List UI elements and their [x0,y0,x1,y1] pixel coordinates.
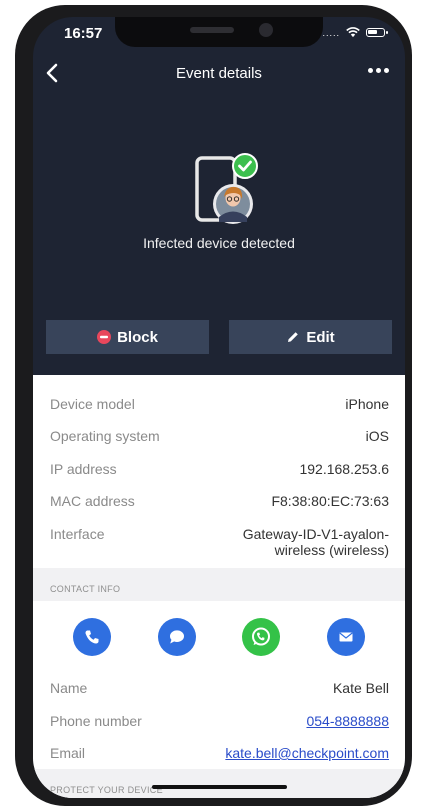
row-label: Device model [50,396,135,412]
nav-header: Event details [33,61,405,85]
row-value: 192.168.253.6 [299,461,389,477]
email-link[interactable]: kate.bell@checkpoint.com [225,745,389,761]
email-icon[interactable] [327,618,365,656]
row-label: MAC address [50,493,135,509]
row-label: Email [50,745,86,761]
infected-device-caption: Infected device detected [143,235,295,251]
battery-icon [366,28,388,37]
contact-actions [33,618,405,658]
status-time: 16:57 [64,25,103,42]
interface-value-line2: wireless (wireless) [274,542,389,558]
row-value: iPhone [345,396,389,412]
row-interface: Interface Gateway-ID-V1-ayalon- wireless… [50,526,389,558]
block-button[interactable]: Block [46,320,209,354]
row-value: Gateway-ID-V1-ayalon- wireless (wireless… [243,526,389,558]
speaker [190,27,234,33]
signal-icon: ..... [322,27,340,38]
row-label: Interface [50,526,105,542]
block-button-label: Block [117,328,158,346]
phone-icon[interactable] [73,618,111,656]
chat-icon[interactable] [158,618,196,656]
row-email: Email kate.bell@checkpoint.com [50,745,389,761]
row-mac-address: MAC address F8:38:80:EC:73:63 [50,493,389,509]
infected-device-icon [195,153,258,224]
row-value: iOS [365,428,389,444]
edit-button[interactable]: Edit [229,320,392,354]
row-label: IP address [50,461,117,477]
row-value: F8:38:80:EC:73:63 [271,493,389,509]
home-indicator[interactable] [152,785,287,789]
row-phone-number: Phone number 054-8888888 [50,713,389,729]
row-ip-address: IP address 192.168.253.6 [50,461,389,477]
whatsapp-icon[interactable] [242,618,280,656]
app-screen: 16:57 ..... Event details Infected devic [33,17,405,798]
row-label: Operating system [50,428,160,444]
page-title: Event details [176,65,262,82]
phone-number-link[interactable]: 054-8888888 [306,713,389,729]
section-title: CONTACT INFO [50,584,121,594]
row-label: Name [50,680,88,696]
block-icon [97,330,112,344]
section-title: PROTECT YOUR DEVICE [50,785,163,795]
interface-value-line1: Gateway-ID-V1-ayalon- [242,526,389,542]
wifi-icon [346,27,360,38]
edit-button-label: Edit [306,328,335,346]
pencil-icon [288,332,299,342]
row-operating-system: Operating system iOS [50,428,389,444]
status-indicators: ..... [322,27,388,38]
row-label: Phone number [50,713,142,729]
row-device-model: Device model iPhone [50,396,389,412]
contact-info-header: CONTACT INFO [33,568,405,601]
more-options-icon[interactable] [368,68,389,73]
row-value: Kate Bell [332,680,389,696]
row-name: Name Kate Bell [50,680,389,696]
notch [115,17,323,47]
protect-device-header: PROTECT YOUR DEVICE [33,769,405,798]
camera [259,23,273,37]
